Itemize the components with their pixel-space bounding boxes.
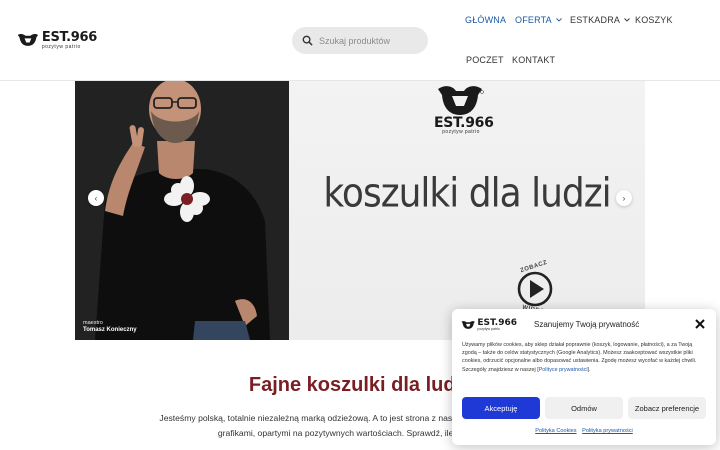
nav-glowna[interactable]: GŁÓWNA	[465, 15, 506, 25]
cookie-policy-link[interactable]: Polityka Cookies	[535, 428, 576, 434]
slider-prev-button[interactable]: ‹	[88, 190, 104, 206]
cookie-logo-subtitle: pozytyw patrio	[477, 326, 500, 331]
nav-koszyk[interactable]: KOSZYK	[635, 15, 673, 25]
site-header: EST.966 pozytyw patrio GŁÓWNA OFERTA EST…	[0, 0, 720, 81]
nav-oferta[interactable]: OFERTA	[515, 15, 562, 25]
cookie-title: Szanujemy Twoją prywatność	[534, 320, 640, 329]
nav-label: OFERTA	[515, 15, 552, 25]
privacy-policy-inline-link[interactable]: Polityce prywatności	[539, 367, 588, 373]
logo-subtitle: pozytyw patrio	[41, 43, 81, 50]
deny-button[interactable]: Odmów	[545, 397, 623, 419]
nav-kontakt[interactable]: KONTAKT	[512, 55, 555, 65]
search-input[interactable]	[319, 35, 419, 46]
cookie-logo: EST.966 pozytyw patrio	[461, 318, 517, 332]
cookie-consent-dialog: EST.966 pozytyw patrio Szanujemy Twoją p…	[452, 309, 716, 445]
nav-estkadra[interactable]: ESTKADRA	[570, 15, 630, 25]
nav-label: ESTKADRA	[570, 15, 621, 25]
nav-label: GŁÓWNA	[465, 15, 507, 25]
privacy-policy-link[interactable]: Polityka prywatności	[582, 428, 633, 434]
cookie-footer-links: Polityka Cookies Polityka prywatności	[452, 428, 716, 434]
chevron-left-icon: ‹	[94, 193, 98, 203]
caption-role: maestro	[83, 320, 103, 326]
chevron-right-icon: ›	[622, 193, 626, 203]
page: EST.966 pozytyw patrio GŁÓWNA OFERTA EST…	[0, 0, 720, 450]
portrait-image	[75, 81, 289, 340]
cookie-body: Używamy plików cookies, aby sklep działa…	[462, 341, 708, 374]
caption-name: Tomasz Konieczny	[83, 326, 137, 333]
hero-title: koszulki dla ludzi	[323, 170, 611, 217]
hero-brand-text: EST.966	[434, 115, 494, 131]
nav-label: POCZET	[466, 55, 504, 65]
cookie-body-end: ].	[587, 366, 591, 373]
accept-button[interactable]: Akceptuję	[462, 397, 540, 419]
search-icon	[302, 35, 313, 46]
close-icon[interactable]	[695, 319, 705, 329]
nav-poczet[interactable]: POCZET	[466, 55, 504, 65]
hero-caption: maestro Tomasz Konieczny	[83, 320, 137, 334]
nav-label: KONTAKT	[512, 55, 556, 65]
search-box[interactable]	[292, 27, 428, 54]
logo-icon	[461, 321, 475, 329]
slider-next-button[interactable]: ›	[616, 190, 632, 206]
hero-photo: maestro Tomasz Konieczny	[75, 81, 289, 340]
site-logo[interactable]: EST.966 pozytyw patrio	[17, 29, 97, 51]
hero-slider[interactable]: maestro Tomasz Konieczny EST.966 pozytyw…	[75, 81, 645, 340]
logo-text: EST.966	[41, 29, 97, 45]
play-icon[interactable]	[515, 269, 555, 309]
logo-icon	[17, 34, 39, 46]
preferences-button[interactable]: Zobacz preferencje	[628, 397, 706, 419]
chevron-down-icon	[624, 18, 630, 22]
main-heading: Fajne koszulki dla ludzi	[248, 374, 472, 396]
chevron-down-icon	[556, 18, 562, 22]
hero-brand: EST.966 pozytyw patrio	[434, 115, 494, 135]
nav-label: KOSZYK	[635, 15, 673, 25]
